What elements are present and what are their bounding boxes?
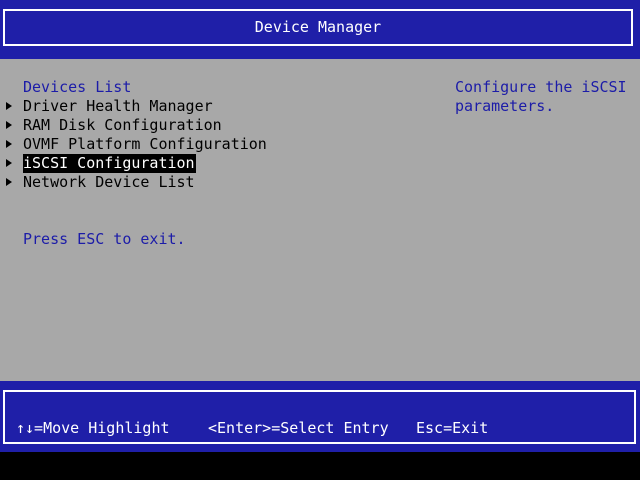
esc-exit-hint: Esc=Exit [416, 419, 489, 437]
section-title: Devices List [23, 78, 132, 96]
menu-item-network-device-list[interactable]: Network Device List [0, 173, 440, 192]
triangle-right-icon [6, 178, 12, 186]
menu-item-label: Driver Health Manager [23, 97, 213, 115]
menu-item-ovmf-platform-configuration[interactable]: OVMF Platform Configuration [0, 135, 440, 154]
move-highlight-hint: ↑↓=Move Highlight [16, 419, 170, 437]
help-text: Configure the iSCSI parameters. [455, 78, 627, 115]
menu-item-iscsi-configuration[interactable]: iSCSI Configuration [0, 154, 440, 173]
devices-menu: Driver Health Manager RAM Disk Configura… [0, 97, 440, 192]
bottom-strip [0, 452, 640, 480]
key-hints: ↑↓=Move Highlight <Enter>=Select Entry E… [0, 419, 640, 438]
triangle-right-icon [6, 140, 12, 148]
header-bar: Device Manager [0, 0, 640, 59]
select-entry-hint: <Enter>=Select Entry [208, 419, 389, 437]
menu-item-label: iSCSI Configuration [23, 154, 196, 173]
triangle-right-icon [6, 102, 12, 110]
header-frame: Device Manager [3, 9, 633, 46]
menu-item-label: RAM Disk Configuration [23, 116, 222, 134]
menu-item-driver-health-manager[interactable]: Driver Health Manager [0, 97, 440, 116]
exit-hint: Press ESC to exit. [23, 230, 186, 248]
menu-item-label: Network Device List [23, 173, 195, 191]
footer-bar: ↑↓=Move Highlight <Enter>=Select Entry E… [0, 381, 640, 452]
menu-item-label: OVMF Platform Configuration [23, 135, 267, 153]
bios-screen: Device Manager Devices List Driver Healt… [0, 0, 640, 480]
triangle-right-icon [6, 159, 12, 167]
triangle-right-icon [6, 121, 12, 129]
menu-item-ram-disk-configuration[interactable]: RAM Disk Configuration [0, 116, 440, 135]
page-title: Device Manager [254, 18, 382, 36]
main-panel: Devices List Driver Health Manager RAM D… [0, 59, 640, 381]
